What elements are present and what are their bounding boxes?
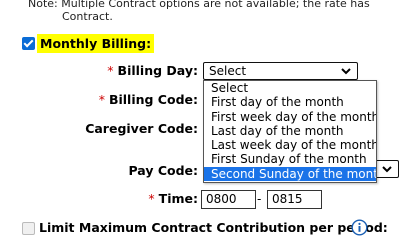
billing-day-selected-value: Select xyxy=(209,64,247,78)
billing-day-dropdown[interactable]: Select First day of the month First week… xyxy=(203,80,377,183)
time-label: Time: xyxy=(158,191,198,206)
time-separator: - xyxy=(257,192,262,206)
billing-code-label: Billing Code: xyxy=(108,92,198,107)
chevron-down-icon xyxy=(341,68,351,75)
billing-code-row-label: * Billing Code: xyxy=(90,92,198,108)
pay-code-select[interactable] xyxy=(374,160,399,178)
note-line-1: Note: Multiple Contract options are not … xyxy=(28,0,370,10)
monthly-billing-label: Monthly Billing: xyxy=(37,34,155,53)
billing-day-select[interactable]: Select xyxy=(203,62,358,80)
limit-checkbox[interactable] xyxy=(22,222,35,235)
billing-day-option[interactable]: First week day of the month xyxy=(204,110,376,124)
billing-day-option[interactable]: Last day of the month xyxy=(204,124,376,138)
billing-day-option[interactable]: First Sunday of the month xyxy=(204,152,376,166)
time-from-input[interactable] xyxy=(201,190,256,209)
required-marker: * xyxy=(98,92,105,107)
pay-code-label: Pay Code: xyxy=(128,163,198,178)
monthly-billing-checkbox[interactable] xyxy=(22,37,35,50)
chevron-down-icon xyxy=(382,166,392,173)
note-line-2: Contract. xyxy=(62,10,113,23)
billing-day-option[interactable]: Select xyxy=(204,81,376,95)
billing-day-option-highlighted[interactable]: Second Sunday of the month xyxy=(204,166,376,182)
billing-day-option[interactable]: Last week day of the month xyxy=(204,138,376,152)
time-to-input[interactable] xyxy=(267,190,322,209)
note-clip: Note: Multiple Contract options are not … xyxy=(0,0,420,25)
billing-day-row-label: * Billing Day: xyxy=(100,63,198,79)
required-marker: * xyxy=(107,63,114,78)
time-row-label: * Time: xyxy=(100,191,198,207)
limit-label: Limit Maximum Contract Contribution per … xyxy=(39,220,388,235)
billing-day-label: Billing Day: xyxy=(117,63,198,78)
required-marker: * xyxy=(148,191,155,206)
info-icon[interactable] xyxy=(351,219,368,236)
caregiver-code-label: Caregiver Code: xyxy=(85,121,198,136)
billing-day-option[interactable]: First day of the month xyxy=(204,95,376,109)
